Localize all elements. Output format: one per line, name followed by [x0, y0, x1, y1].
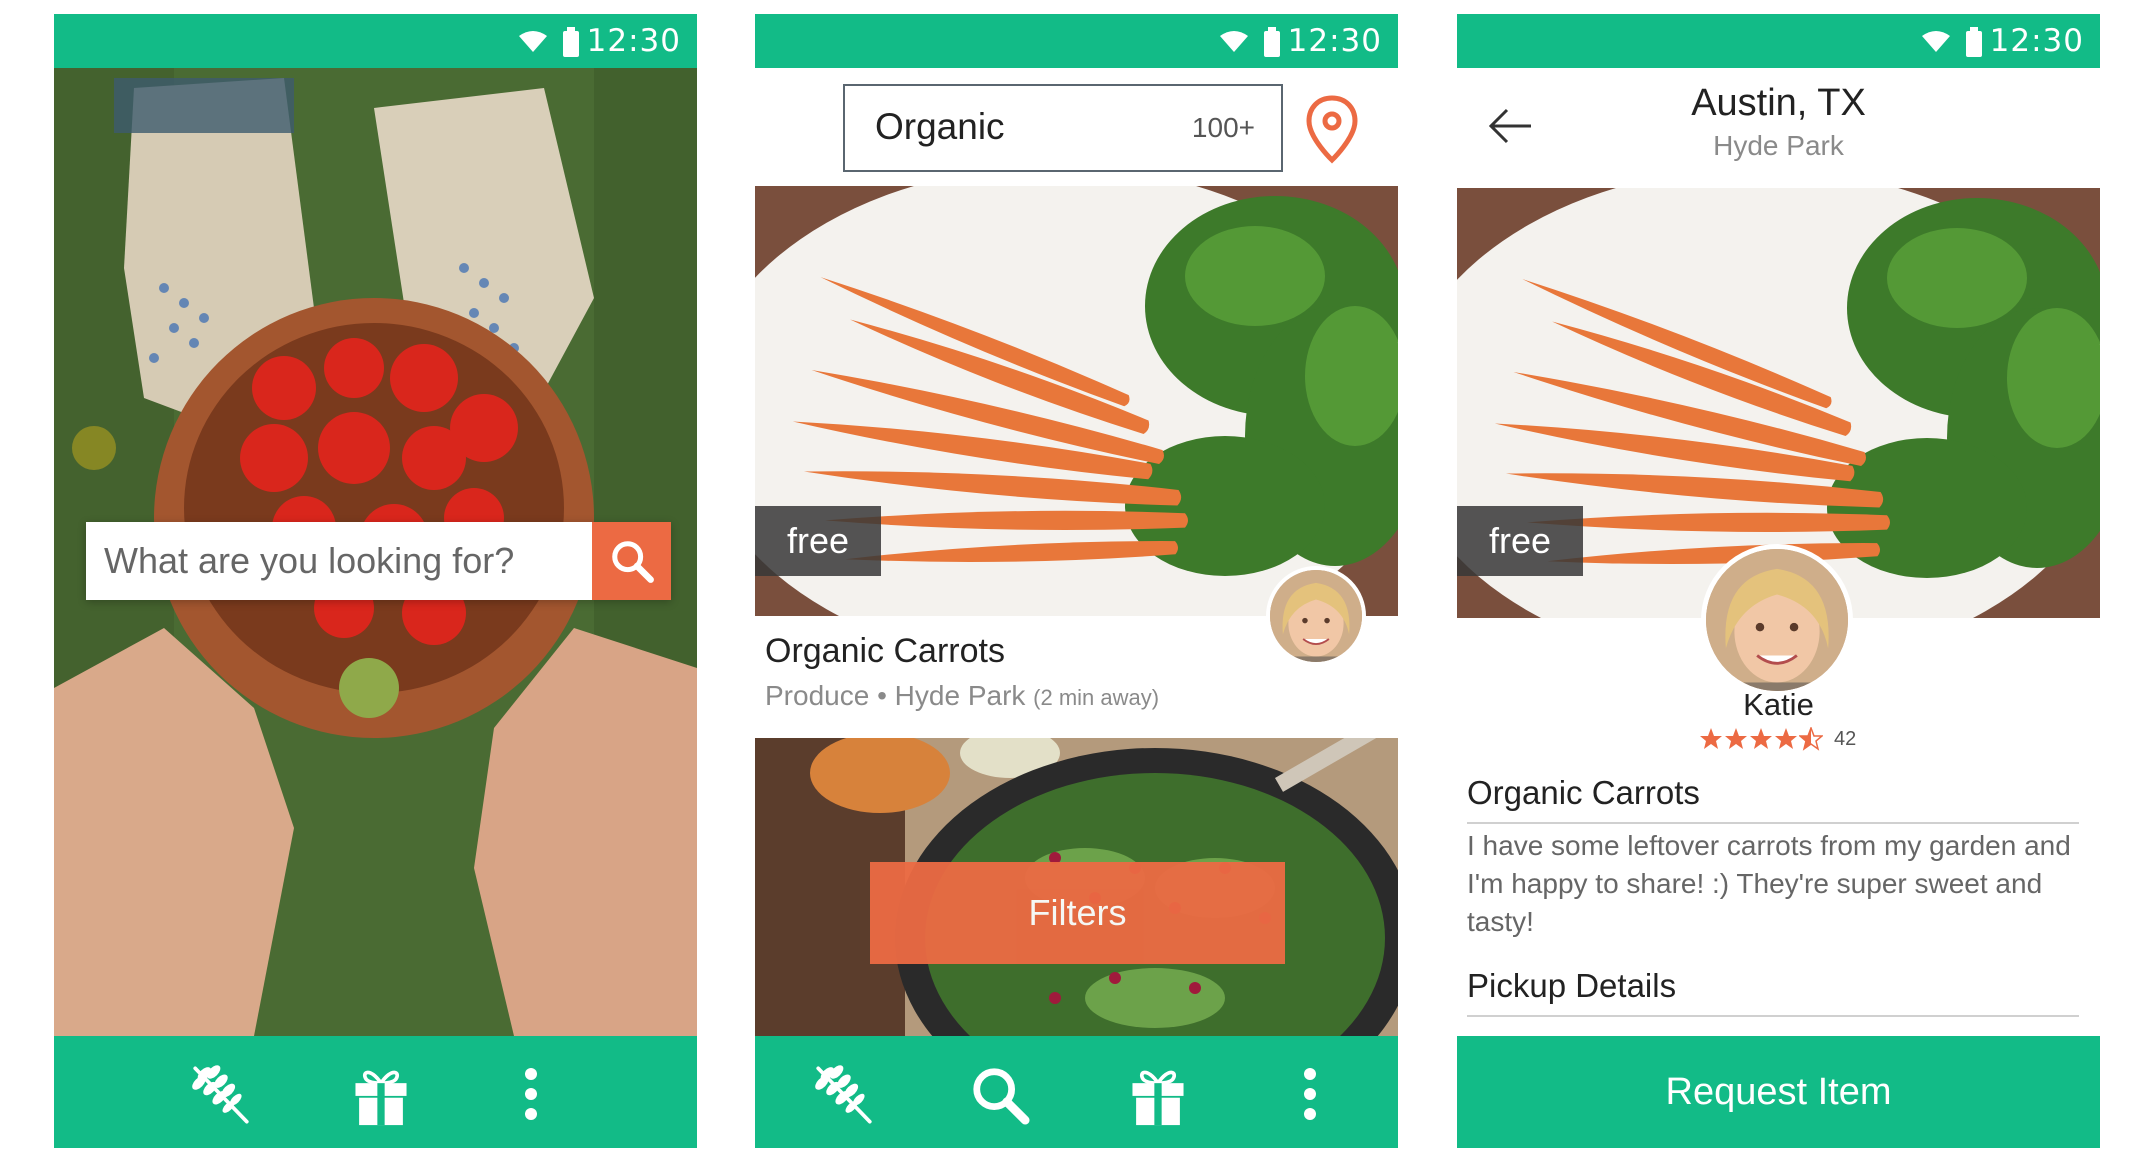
- meta-separator: •: [877, 680, 887, 711]
- search-input[interactable]: [86, 522, 592, 600]
- divider: [1467, 1015, 2079, 1017]
- owner-rating: 42: [1699, 727, 1856, 751]
- battery-icon: [1264, 27, 1280, 57]
- filters-button[interactable]: Filters: [870, 862, 1285, 964]
- more-vert-icon: [1304, 1068, 1316, 1120]
- results-screen: 12:30 Organic 100+ free Organic Carrots …: [755, 14, 1398, 1148]
- result-count: 100+: [1191, 112, 1255, 143]
- owner-photo: [1270, 570, 1362, 662]
- nav-browse-button[interactable]: [807, 1058, 881, 1132]
- home-search-bar: [86, 522, 671, 600]
- listing-category: Produce: [765, 680, 870, 711]
- star-full-icon: [1700, 728, 1722, 749]
- search-submit-button[interactable]: [592, 522, 671, 600]
- nav-search-button[interactable]: [963, 1058, 1037, 1132]
- nav-give-button[interactable]: [1121, 1058, 1195, 1132]
- request-item-button[interactable]: Request Item: [1457, 1036, 2100, 1148]
- status-time: 12:30: [586, 23, 681, 59]
- bottom-nav: [54, 1036, 697, 1148]
- search-term: Organic: [875, 106, 1005, 147]
- rating-count: 42: [1834, 727, 1857, 750]
- status-bar: 12:30: [1457, 14, 2100, 68]
- search-query-field[interactable]: Organic 100+: [843, 84, 1283, 172]
- battery-icon: [1966, 27, 1982, 57]
- location-subtitle: Hyde Park: [1713, 130, 1844, 161]
- nav-browse-button[interactable]: [184, 1058, 258, 1132]
- gift-icon: [1130, 1070, 1186, 1127]
- gift-icon: [353, 1070, 409, 1127]
- more-vert-icon: [525, 1068, 537, 1120]
- detail-screen: 12:30 Austin, TX Hyde Park free Katie 42…: [1457, 14, 2100, 1148]
- star-full-icon: [1750, 728, 1772, 749]
- divider: [1467, 822, 2079, 824]
- listing-title[interactable]: Organic Carrots: [765, 632, 1005, 671]
- wifi-icon: [1922, 31, 1950, 52]
- owner-avatar[interactable]: [1266, 566, 1366, 666]
- pickup-heading[interactable]: Pickup Details: [1467, 967, 1676, 1005]
- listing-distance: (2 min away): [1033, 685, 1160, 710]
- status-bar: 12:30: [755, 14, 1398, 68]
- wheat-icon: [810, 1061, 872, 1124]
- home-screen: 12:30: [54, 14, 697, 1148]
- battery-icon: [563, 27, 579, 57]
- wifi-icon: [519, 31, 547, 52]
- nav-more-button[interactable]: [1273, 1058, 1347, 1132]
- listing-meta: Produce • Hyde Park (2 min away): [765, 680, 1159, 712]
- owner-photo: [1706, 549, 1848, 691]
- star-full-icon: [1725, 728, 1747, 749]
- status-bar: 12:30: [54, 14, 697, 68]
- item-description: I have some leftover carrots from my gar…: [1467, 830, 2071, 937]
- wifi-icon: [1220, 31, 1248, 52]
- nav-give-button[interactable]: [344, 1058, 418, 1132]
- status-time: 12:30: [1989, 23, 2084, 59]
- item-title: Organic Carrots: [1467, 774, 1700, 811]
- location-title: Austin, TX: [1691, 82, 1866, 124]
- nav-more-button[interactable]: [494, 1058, 568, 1132]
- bottom-nav: [755, 1036, 1398, 1148]
- owner-avatar[interactable]: [1701, 544, 1853, 696]
- price-tag: free: [755, 506, 881, 576]
- map-pin-icon[interactable]: [1304, 94, 1360, 164]
- star-half-icon: [1799, 727, 1823, 751]
- price-tag: free: [1457, 506, 1583, 576]
- status-time: 12:30: [1287, 23, 1382, 59]
- search-icon: [609, 538, 655, 584]
- wheat-icon: [187, 1061, 249, 1124]
- owner-name[interactable]: Katie: [1457, 687, 2100, 723]
- listing-neighborhood: Hyde Park: [894, 680, 1026, 711]
- star-full-icon: [1775, 728, 1797, 749]
- search-icon: [969, 1064, 1031, 1126]
